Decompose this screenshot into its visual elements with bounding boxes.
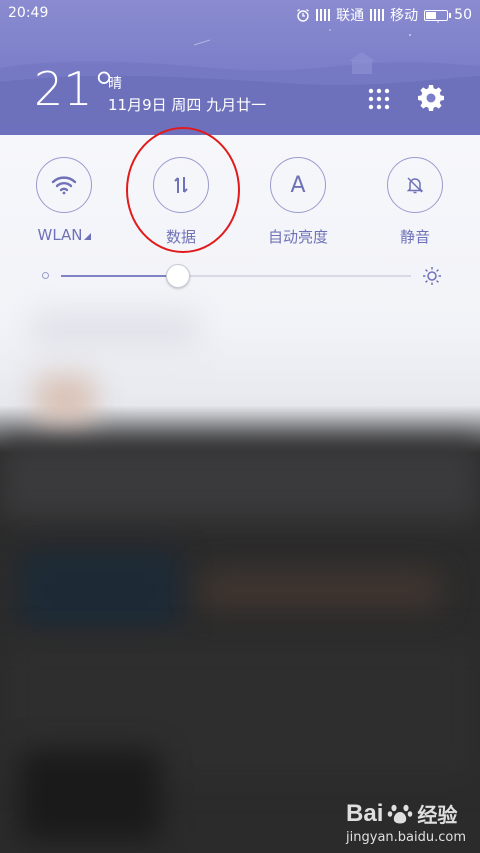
blurred-background xyxy=(0,300,480,853)
auto-brightness-circle[interactable]: A xyxy=(270,157,326,213)
watermark-brand2: 经验 xyxy=(417,803,458,827)
alarm-icon xyxy=(297,8,310,22)
paw-icon xyxy=(388,804,413,823)
watermark-brand: Bai xyxy=(346,799,384,827)
silent-label: 静音 xyxy=(399,228,430,246)
highlight-circle xyxy=(126,127,240,253)
carrier-1: 联通 xyxy=(336,8,365,24)
wlan-expand-icon xyxy=(83,233,91,240)
signal-icon xyxy=(316,9,331,21)
brightness-high-icon xyxy=(423,267,441,285)
gear-icon[interactable] xyxy=(417,84,445,112)
auto-brightness-label: 自动亮度 xyxy=(267,228,328,246)
slider-thumb[interactable] xyxy=(165,264,190,288)
watermark-url: jingyan.baidu.com xyxy=(346,830,466,845)
temperature: 21° xyxy=(34,62,116,116)
toggle-wlan[interactable]: WLAN xyxy=(24,157,104,244)
signal-icon xyxy=(370,9,385,21)
status-time: 20:49 xyxy=(8,5,49,21)
date-text: 11月9日 周四 九月廿一 xyxy=(108,96,267,114)
wlan-circle[interactable] xyxy=(36,157,92,213)
bell-off-icon xyxy=(406,177,424,194)
brightness-low-icon xyxy=(42,272,49,279)
toggle-silent[interactable]: 静音 xyxy=(375,157,455,247)
slider-fill xyxy=(61,275,177,277)
toggle-auto-brightness[interactable]: A 自动亮度 xyxy=(258,157,338,247)
brightness-slider[interactable] xyxy=(42,263,442,289)
weather-condition: 晴 xyxy=(108,76,122,92)
battery-level: 50 xyxy=(454,7,472,23)
status-bar: 20:49 联通 移动 50 xyxy=(0,0,480,28)
baidu-watermark: Bai 经验 jingyan.baidu.com xyxy=(346,799,466,846)
wifi-icon xyxy=(51,176,77,195)
slider-track[interactable] xyxy=(61,275,411,277)
apps-grid-icon[interactable] xyxy=(367,87,391,111)
wlan-label: WLAN xyxy=(37,226,83,244)
weather-header: 20:49 联通 移动 50 21° 晴 11月9日 周四 九月廿一 xyxy=(0,0,480,135)
battery-icon xyxy=(424,9,452,21)
auto-brightness-icon: A xyxy=(290,172,306,198)
carrier-2: 移动 xyxy=(390,8,419,24)
silent-circle[interactable] xyxy=(387,157,443,213)
